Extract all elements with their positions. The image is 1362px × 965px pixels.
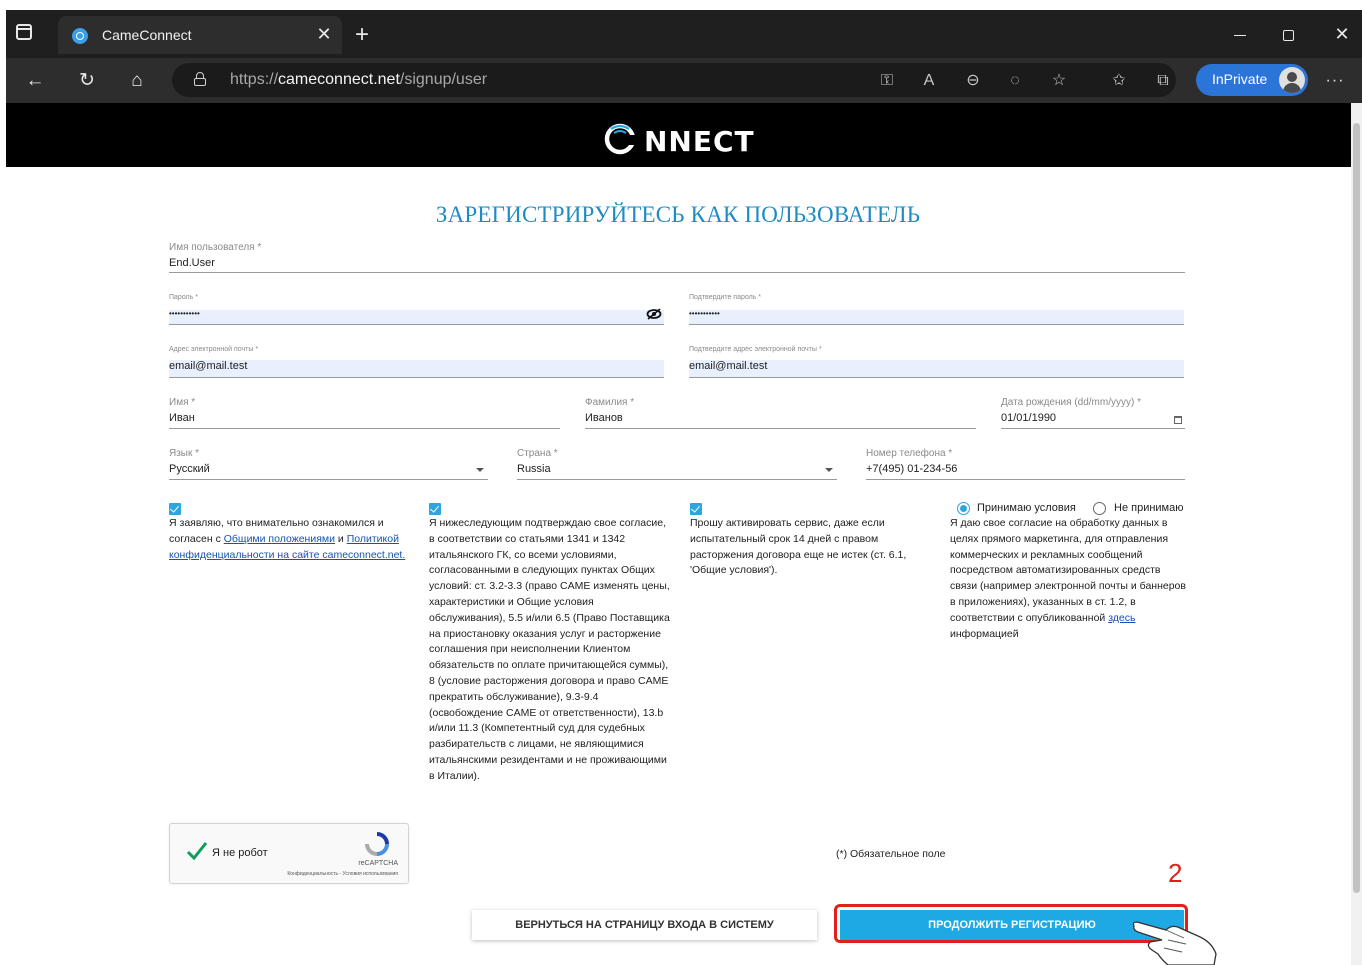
articles-consent-checkbox[interactable] xyxy=(429,503,441,515)
general-terms-link[interactable]: Общими положениями xyxy=(224,533,335,545)
email-confirm-input[interactable]: email@mail.test xyxy=(689,360,767,372)
first-name-field[interactable]: Имя * Иван xyxy=(169,397,560,429)
toggle-password-visibility-icon[interactable] xyxy=(646,308,662,320)
avatar-icon xyxy=(1279,67,1305,93)
info-here-link[interactable]: здесь xyxy=(1108,612,1135,624)
chevron-down-icon[interactable] xyxy=(825,468,833,472)
last-name-label: Фамилия * xyxy=(585,397,635,408)
username-input[interactable]: End.User xyxy=(169,257,215,269)
phone-label: Номер телефона * xyxy=(866,448,953,459)
favorites-icon[interactable]: ✩ xyxy=(1108,70,1130,92)
navigation-bar: ← ↻ ⌂ https://cameconnect.net/signup/use… xyxy=(6,58,1362,103)
page-scrollbar[interactable] xyxy=(1351,103,1362,965)
tab-bar: CameConnect ✕ + ✕ xyxy=(6,10,1362,58)
password-label: Пароль * xyxy=(169,294,198,301)
address-bar[interactable]: https://cameconnect.net/signup/user ⚿ A … xyxy=(172,63,1176,97)
checkmark-icon[interactable] xyxy=(186,840,208,862)
last-name-field[interactable]: Фамилия * Иванов xyxy=(585,397,976,429)
phone-field[interactable]: Номер телефона * +7(495) 01-234-56 xyxy=(866,448,1185,480)
add-favorite-icon[interactable]: ☆ xyxy=(1048,70,1070,92)
back-to-login-button[interactable]: ВЕРНУТЬСЯ НА СТРАНИЦУ ВХОДА В СИСТЕМУ xyxy=(472,910,817,940)
country-label: Страна * xyxy=(517,448,558,459)
email-confirm-label: Подтвердите адрес электронной почты * xyxy=(689,346,822,353)
password-input[interactable]: ••••••••••• xyxy=(169,309,200,318)
first-name-label: Имя * xyxy=(169,397,196,408)
key-icon[interactable]: ⚿ xyxy=(876,70,898,92)
activation-consent-text: Прошу активировать сервис, даже если исп… xyxy=(690,517,907,577)
first-name-input[interactable]: Иван xyxy=(169,412,195,424)
back-icon[interactable]: ← xyxy=(22,68,48,94)
decline-terms-label: Не принимаю xyxy=(1114,502,1184,514)
birth-date-input[interactable]: 01/01/1990 xyxy=(1001,412,1056,424)
country-value: Russia xyxy=(517,463,551,475)
logo-text: NNECT xyxy=(644,125,755,158)
home-icon[interactable]: ⌂ xyxy=(124,68,150,94)
language-value: Русский xyxy=(169,463,210,475)
terms-checkbox[interactable] xyxy=(169,503,181,515)
activation-consent-checkbox[interactable] xyxy=(690,503,702,515)
scrollbar-thumb[interactable] xyxy=(1353,123,1360,893)
recaptcha-widget[interactable]: Я не робот reCAPTCHA Конфиденциальность … xyxy=(169,823,409,884)
zoom-icon[interactable]: ⊖ xyxy=(962,70,984,92)
tab-title: CameConnect xyxy=(102,27,192,43)
username-field[interactable]: Имя пользователя * End.User xyxy=(169,242,1185,273)
recaptcha-links[interactable]: Конфиденциальность - Условия использован… xyxy=(287,871,398,877)
language-label: Язык * xyxy=(169,448,200,459)
inprivate-button[interactable]: InPrivate xyxy=(1196,64,1308,96)
phone-input[interactable]: +7(495) 01-234-56 xyxy=(866,463,957,475)
tab-close-icon[interactable]: ✕ xyxy=(314,24,334,44)
last-name-input[interactable]: Иванов xyxy=(585,412,623,424)
window-close-icon[interactable]: ✕ xyxy=(1328,22,1356,46)
lock-icon[interactable] xyxy=(194,72,206,86)
language-select[interactable]: Язык * Русский xyxy=(169,448,488,480)
marketing-consent-text: Я даю свое согласие на обработку данных … xyxy=(950,517,1186,640)
decline-terms-radio[interactable] xyxy=(1093,502,1106,515)
password-confirm-input[interactable]: ••••••••••• xyxy=(689,309,720,318)
step-number-annotation: 2 xyxy=(1168,858,1183,888)
password-field[interactable]: Пароль * ••••••••••• xyxy=(169,294,664,325)
hand-pointer-icon xyxy=(1132,921,1217,965)
password-confirm-field[interactable]: Подтвердите пароль * ••••••••••• xyxy=(689,294,1184,325)
maximize-icon[interactable] xyxy=(1274,22,1302,46)
tracking-prevention-icon[interactable]: ◌ xyxy=(1004,70,1026,92)
birth-date-label: Дата рождения (dd/mm/yyyy) * xyxy=(1001,397,1141,408)
favicon-icon xyxy=(72,28,88,44)
inprivate-label: InPrivate xyxy=(1212,71,1268,87)
site-header: NNECT xyxy=(6,103,1351,167)
email-confirm-field[interactable]: Подтвердите адрес электронной почты * em… xyxy=(689,346,1184,378)
refresh-icon[interactable]: ↻ xyxy=(74,68,100,94)
page-title: ЗАРЕГИСТРИРУЙТЕСЬ КАК ПОЛЬЗОВАТЕЛЬ xyxy=(435,202,921,227)
chevron-down-icon[interactable] xyxy=(476,468,484,472)
browser-chrome: CameConnect ✕ + ✕ ← ↻ ⌂ https://cameconn… xyxy=(6,10,1362,103)
captcha-label: Я не робот xyxy=(212,847,268,859)
accept-terms-radio[interactable] xyxy=(957,502,970,515)
more-icon[interactable]: ··· xyxy=(1322,68,1348,94)
required-field-note: (*) Обязательное поле xyxy=(836,848,946,860)
password-confirm-label: Подтвердите пароль * xyxy=(689,294,762,301)
email-input[interactable]: email@mail.test xyxy=(169,360,247,372)
username-label: Имя пользователя * xyxy=(169,242,262,253)
minimize-icon[interactable] xyxy=(1226,22,1254,46)
recaptcha-brand: reCAPTCHA xyxy=(358,860,398,867)
accept-terms-label: Принимаю условия xyxy=(977,502,1076,514)
calendar-icon[interactable] xyxy=(1174,416,1182,424)
read-aloud-icon[interactable]: A xyxy=(918,70,940,92)
tab-actions-icon[interactable] xyxy=(16,24,32,40)
recaptcha-logo-icon xyxy=(365,832,389,856)
url-text: https://cameconnect.net/signup/user xyxy=(230,71,488,88)
new-tab-icon[interactable]: + xyxy=(350,23,374,48)
birth-date-field[interactable]: Дата рождения (dd/mm/yyyy) * 01/01/1990 xyxy=(1001,397,1185,429)
browser-tab[interactable]: CameConnect ✕ xyxy=(58,16,342,54)
terms-consent-text: Я заявляю, что внимательно ознакомился и… xyxy=(169,517,406,561)
collections-icon[interactable]: ⧉ xyxy=(1152,70,1174,92)
email-field[interactable]: Адрес электронной почты * email@mail.tes… xyxy=(169,346,664,378)
email-label: Адрес электронной почты * xyxy=(169,346,259,353)
articles-consent-text: Я нижеследующим подтверждаю свое согласи… xyxy=(429,517,670,782)
country-select[interactable]: Страна * Russia xyxy=(517,448,837,480)
